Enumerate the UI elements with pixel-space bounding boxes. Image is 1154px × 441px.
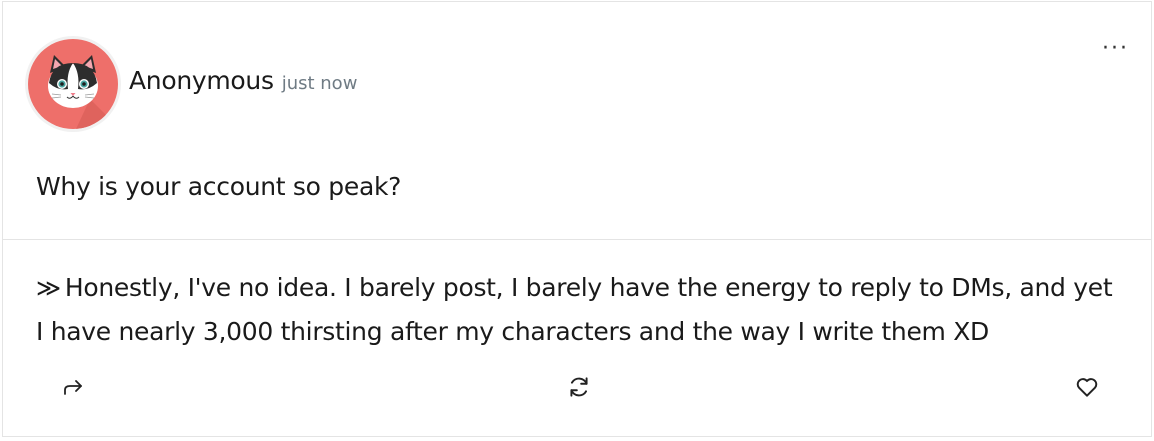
divider: [3, 239, 1151, 240]
action-bar: [3, 370, 1151, 406]
question-text: Why is your account so peak?: [36, 172, 402, 201]
answer-marker-icon: ≫: [36, 274, 61, 302]
post-card: Anonymous just now ··· Why is your accou…: [2, 1, 1152, 437]
repost-icon: [566, 374, 592, 400]
answer-text: Honestly, I've no idea. I barely post, I…: [36, 273, 1113, 346]
like-button[interactable]: [1070, 370, 1104, 404]
more-options-button[interactable]: ···: [1102, 38, 1129, 60]
more-dots-icon: ···: [1102, 36, 1129, 61]
answer-block: ≫ Honestly, I've no idea. I barely post, …: [36, 266, 1116, 353]
avatar[interactable]: [25, 36, 121, 132]
repost-button[interactable]: [562, 370, 596, 404]
author-info: Anonymous just now: [129, 66, 357, 95]
share-arrow-icon: [61, 375, 85, 399]
heart-icon: [1074, 374, 1100, 400]
author-name[interactable]: Anonymous: [129, 66, 274, 95]
post-timestamp: just now: [281, 72, 358, 94]
cat-avatar-icon: [28, 39, 118, 129]
post-header: Anonymous just now: [25, 36, 357, 132]
share-button[interactable]: [56, 370, 90, 404]
